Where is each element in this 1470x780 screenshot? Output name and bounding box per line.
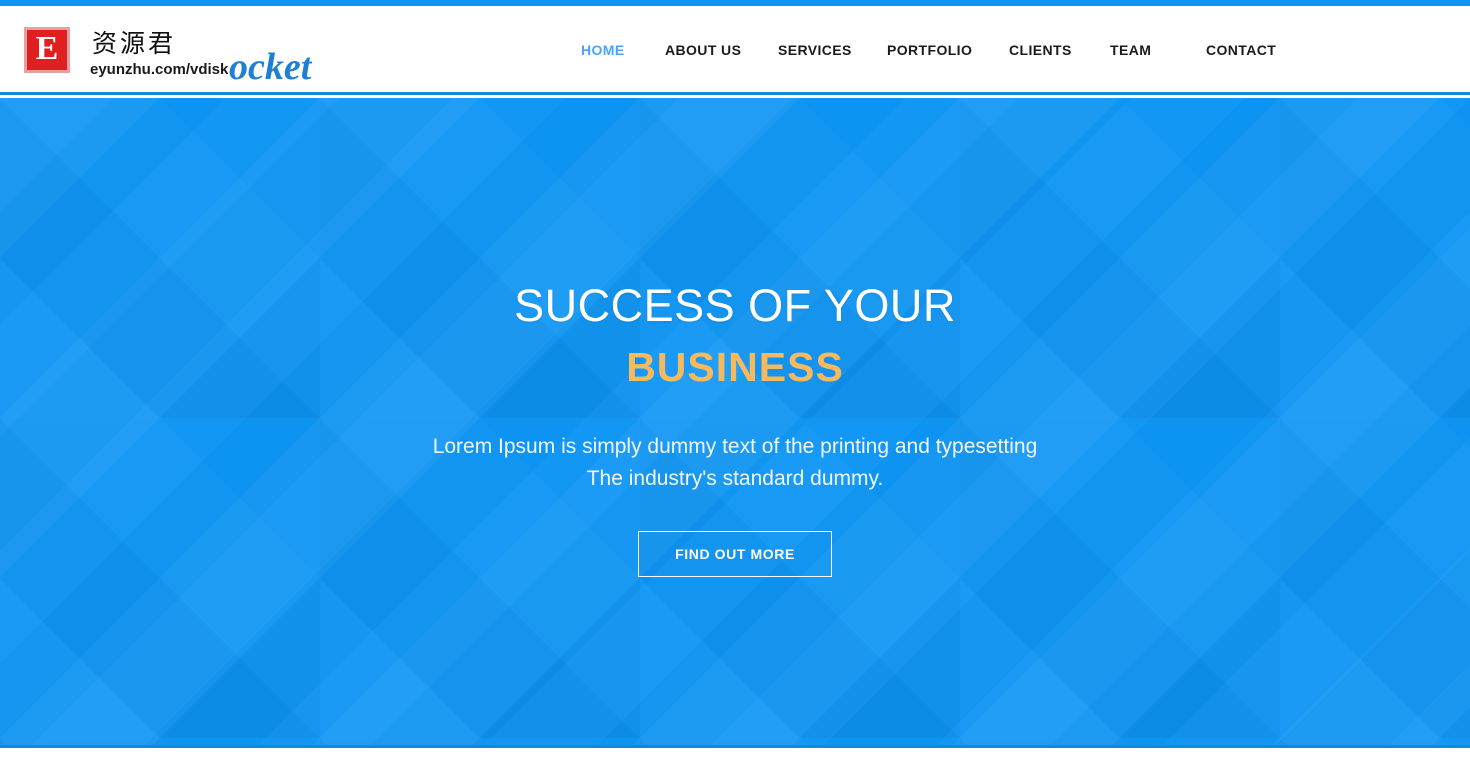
nav-item-clients[interactable]: CLIENTS [1009,42,1072,58]
hero-subtitle-line-1: Lorem Ipsum is simply dummy text of the … [432,434,1038,458]
site-logo[interactable]: E 资源君 eyunzhu.com/vdisk ocket [24,20,324,86]
logo-url-text: eyunzhu.com/vdisk [90,61,229,78]
logo-mark-icon: E [24,27,70,73]
hero-bottom-border [0,745,1470,748]
hero-content: SUCCESS OF YOUR BUSINESS Lorem Ipsum is … [0,98,1470,748]
nav-item-home[interactable]: HOME [581,42,625,58]
below-fold-area [0,751,1470,780]
page-root: E 资源君 eyunzhu.com/vdisk ocket HOME ABOUT… [0,0,1470,780]
hero-headline-highlight: BUSINESS [626,343,844,390]
site-header: E 资源君 eyunzhu.com/vdisk ocket HOME ABOUT… [0,6,1470,95]
nav-item-team[interactable]: TEAM [1110,42,1151,58]
hero-section: SUCCESS OF YOUR BUSINESS Lorem Ipsum is … [0,98,1470,748]
hero-subtitle: Lorem Ipsum is simply dummy text of the … [433,431,1038,496]
logo-brand-text: ocket [229,46,312,88]
hero-subtitle-line-2: The industry's standard dummy. [586,467,884,491]
nav-item-portfolio[interactable]: PORTFOLIO [887,42,972,58]
nav-item-contact[interactable]: CONTACT [1206,42,1276,58]
nav-item-about-us[interactable]: ABOUT US [665,42,741,58]
nav-item-services[interactable]: SERVICES [778,42,852,58]
logo-mark-letter: E [35,30,59,67]
hero-headline-primary: SUCCESS OF YOUR [514,280,956,331]
logo-chinese-name: 资源君 [92,29,177,58]
find-out-more-button[interactable]: FIND OUT MORE [638,530,832,577]
